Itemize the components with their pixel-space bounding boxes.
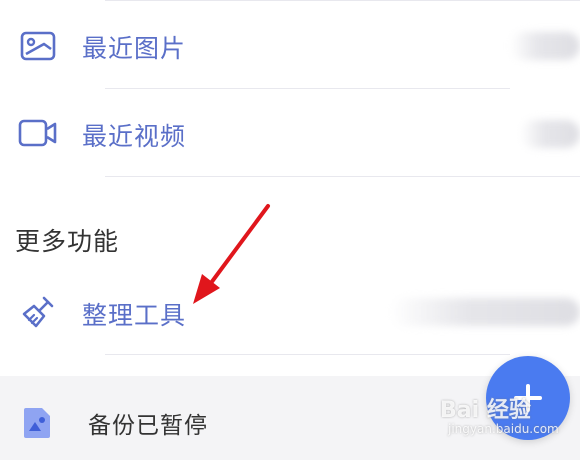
backup-image-icon [22, 406, 52, 440]
divider [105, 88, 510, 89]
section-title-more-features: 更多功能 [15, 227, 120, 256]
menu-item-label: 整理工具 [82, 301, 187, 330]
watermark-url: jingyan.baidu.com [448, 422, 559, 436]
menu-item-label: 最近图片 [82, 34, 187, 63]
menu-item-label: 最近视频 [82, 122, 187, 151]
image-icon [18, 26, 58, 66]
backup-status-text: 备份已暂停 [88, 413, 208, 439]
video-icon [18, 113, 58, 153]
divider [105, 176, 580, 177]
menu-item-recent-photos[interactable]: 最近图片 [0, 2, 580, 90]
menu-item-cleanup-tool[interactable]: 整理工具 [0, 268, 580, 356]
menu-item-recent-videos[interactable]: 最近视频 [0, 90, 580, 178]
blurred-value [390, 298, 580, 326]
blurred-value [520, 120, 580, 148]
divider [105, 0, 580, 1]
app-screen: 最近图片 最近视频 更多功能 整理工具 备份已暂停 Bai 经验 jingyan… [0, 0, 580, 460]
watermark: Bai 经验 [440, 398, 531, 423]
divider [105, 354, 510, 355]
blurred-value [510, 32, 580, 60]
broom-icon [18, 292, 58, 332]
